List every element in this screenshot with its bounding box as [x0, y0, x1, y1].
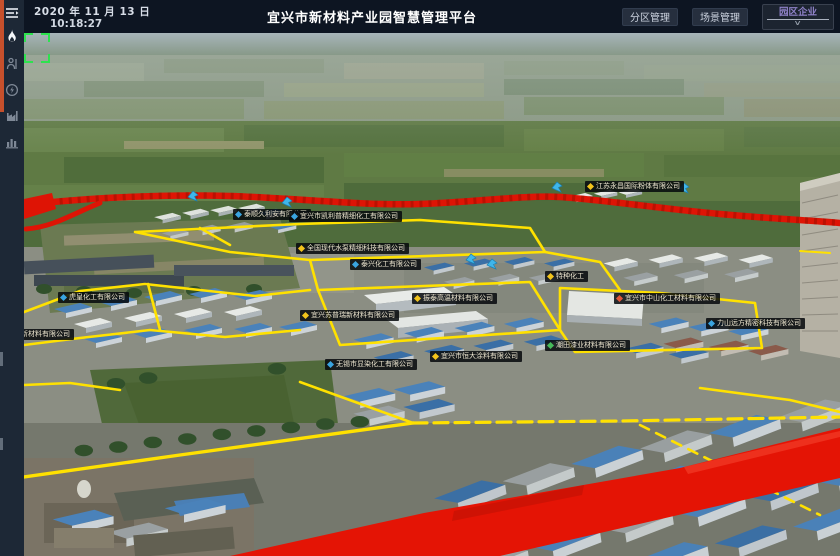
company-label[interactable]: 江苏永昌国际粉体有限公司 [585, 181, 684, 192]
scroll-mark [0, 352, 3, 366]
app-root: { "header": { "date": "2020 年 11 月 13 日"… [0, 0, 840, 556]
map-3d-viewport[interactable]: 泰顺久利安有限公司 宜兴市凯利普精细化工有限公司 全国现代水泵精细科技有限公司 … [24, 33, 840, 556]
company-label-text: 新材料有限公司 [24, 331, 70, 338]
company-label-text: 潮田漆业材料有限公司 [556, 342, 626, 349]
company-label-text: 虎皇化工有限公司 [69, 294, 125, 301]
company-label[interactable]: 新材料有限公司 [24, 329, 74, 340]
statistics-icon[interactable] [5, 135, 19, 149]
active-accent-bar [0, 0, 4, 112]
company-label[interactable]: 无锡市显染化工有限公司 [325, 359, 417, 370]
factory-icon[interactable] [5, 109, 19, 123]
power-monitor-icon[interactable] [5, 83, 19, 97]
company-label[interactable]: 宜兴市中山化工材料有限公司 [614, 293, 720, 304]
company-marker-icon [327, 361, 334, 368]
company-marker-icon [616, 295, 623, 302]
company-label-text: 江苏永昌国际粉体有限公司 [596, 183, 680, 190]
scene-management-button[interactable]: 场景管理 [692, 8, 748, 26]
company-marker-icon [352, 261, 359, 268]
company-label-text: 宜兴市凯利普精细化工有限公司 [300, 213, 398, 220]
company-marker-icon [587, 183, 594, 190]
company-marker-icon [302, 312, 309, 319]
page-title: 宜兴市新材料产业园智慧管理平台 [24, 0, 720, 33]
left-toolbar [0, 0, 24, 556]
selection-box [24, 33, 50, 63]
company-label-text: 全国现代水泵精细科技有限公司 [307, 245, 405, 252]
menu-icon[interactable] [5, 6, 19, 20]
company-label[interactable]: 力山远方精密科技有限公司 [706, 318, 805, 329]
header-actions: 分区管理 场景管理 园区企业 ∨ [622, 0, 834, 33]
company-marker-icon [414, 295, 421, 302]
company-label-text: 宜兴市恒大涂料有限公司 [441, 353, 518, 360]
company-marker-icon [547, 273, 554, 280]
company-label[interactable]: 潮田漆业材料有限公司 [545, 340, 630, 351]
park-enterprise-dropdown[interactable]: 园区企业 ∨ [762, 4, 834, 30]
chevron-down-icon: ∨ [794, 20, 802, 27]
scroll-mark [0, 438, 3, 450]
company-marker-icon [60, 294, 67, 301]
park-enterprise-dropdown-label: 园区企业 [779, 7, 817, 18]
company-label[interactable]: 泰兴化工有限公司 [350, 259, 421, 270]
company-label-text: 无锡市显染化工有限公司 [336, 361, 413, 368]
company-marker-icon [291, 213, 298, 220]
company-label-text: 宜兴市中山化工材料有限公司 [625, 295, 716, 302]
company-label[interactable]: 宜兴市凯利普精细化工有限公司 [289, 211, 402, 222]
company-label[interactable]: 振泰高温材料有限公司 [412, 293, 497, 304]
company-label-text: 振泰高温材料有限公司 [423, 295, 493, 302]
company-label-text: 宜兴苏普瑞新材料有限公司 [311, 312, 395, 319]
company-marker-icon [547, 342, 554, 349]
company-marker-icon [432, 353, 439, 360]
company-label[interactable]: 宜兴苏普瑞新材料有限公司 [300, 310, 399, 321]
company-label[interactable]: 特种化工 [545, 271, 588, 282]
top-header-bar: 2020 年 11 月 13 日 10:18:27 宜兴市新材料产业园智慧管理平… [0, 0, 840, 33]
company-label-text: 力山远方精密科技有限公司 [717, 320, 801, 327]
company-label[interactable]: 虎皇化工有限公司 [58, 292, 129, 303]
company-label-text: 特种化工 [556, 273, 584, 280]
zone-management-button[interactable]: 分区管理 [622, 8, 678, 26]
personnel-icon[interactable] [5, 57, 19, 71]
fire-alarm-icon[interactable] [5, 29, 19, 43]
company-marker-icon [235, 211, 242, 218]
company-marker-icon [708, 320, 715, 327]
company-label[interactable]: 宜兴市恒大涂料有限公司 [430, 351, 522, 362]
company-label-text: 泰兴化工有限公司 [361, 261, 417, 268]
company-label[interactable]: 全国现代水泵精细科技有限公司 [296, 243, 409, 254]
company-marker-icon [298, 245, 305, 252]
